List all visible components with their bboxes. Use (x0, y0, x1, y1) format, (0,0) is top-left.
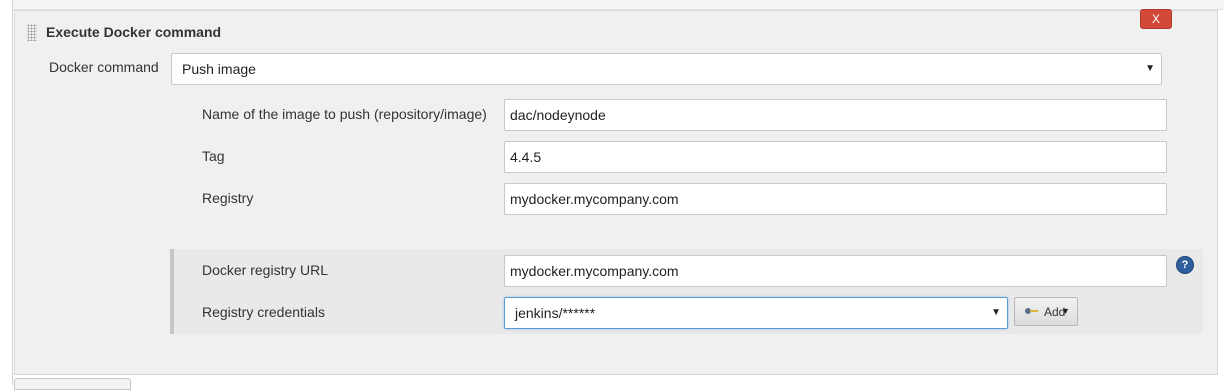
registry-url-input[interactable]: mydocker.mycompany.com (504, 255, 1167, 287)
key-icon (1025, 307, 1039, 315)
drag-handle-icon[interactable] (27, 24, 37, 41)
docker-command-label: Docker command (49, 59, 159, 75)
registry-url-label: Docker registry URL (202, 262, 329, 278)
chevron-down-icon: ▼ (1061, 306, 1070, 316)
registry-label: Registry (202, 190, 254, 206)
registry-credentials-select[interactable]: jenkins/****** ▼ (504, 297, 1008, 329)
section-title: Execute Docker command (46, 24, 222, 40)
image-name-input[interactable]: dac/nodeynode (504, 99, 1167, 131)
image-name-label: Name of the image to push (repository/im… (202, 106, 487, 122)
docker-command-select[interactable]: Push image ▼ (171, 53, 1162, 85)
registry-input[interactable]: mydocker.mycompany.com (504, 183, 1167, 215)
tag-input[interactable]: 4.4.5 (504, 141, 1167, 173)
registry-credentials-value: jenkins/****** (515, 305, 596, 321)
registry-credentials-label: Registry credentials (202, 304, 325, 320)
chevron-down-icon: ▼ (991, 307, 1001, 318)
delete-step-button[interactable]: X (1140, 9, 1172, 29)
outer-border (12, 0, 13, 385)
chevron-down-icon: ▼ (1145, 63, 1155, 74)
previous-step-bottom (13, 0, 1224, 10)
docker-command-value: Push image (182, 61, 256, 77)
add-credentials-button[interactable]: Add ▼ (1014, 297, 1078, 326)
tag-label: Tag (202, 148, 225, 164)
add-build-step-button[interactable] (14, 378, 131, 390)
help-icon[interactable]: ? (1177, 257, 1193, 273)
